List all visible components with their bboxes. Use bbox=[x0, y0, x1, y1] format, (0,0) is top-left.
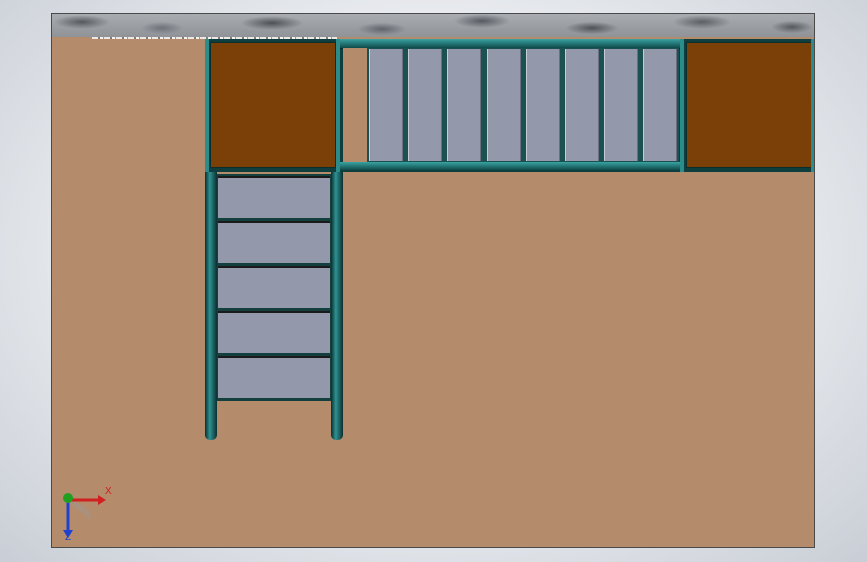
top-platform[interactable] bbox=[205, 39, 814, 172]
grating-slat bbox=[369, 49, 403, 161]
platform-post-right bbox=[811, 39, 814, 172]
grating-slat bbox=[447, 49, 482, 161]
platform-pad-right[interactable] bbox=[686, 42, 812, 168]
rock-surface bbox=[52, 14, 814, 37]
grating-area[interactable] bbox=[343, 48, 679, 162]
stair-stringer-left bbox=[205, 172, 217, 440]
grating-slat bbox=[408, 49, 443, 161]
stair-stringer-right bbox=[331, 172, 343, 440]
axis-x-label: X bbox=[105, 486, 112, 497]
platform-post-left bbox=[205, 39, 209, 172]
graphics-viewport[interactable]: X Z bbox=[51, 13, 815, 548]
axis-z-label: Z bbox=[65, 532, 72, 543]
grating-gap bbox=[343, 48, 367, 162]
grating-slat bbox=[565, 49, 599, 161]
axis-triad: X Z bbox=[56, 484, 116, 544]
grating-slat bbox=[486, 49, 521, 161]
grating-slat bbox=[643, 49, 678, 161]
stair-tread bbox=[218, 311, 330, 353]
stair-assembly[interactable] bbox=[205, 172, 343, 440]
stair-tread bbox=[218, 176, 330, 218]
stair-tread bbox=[218, 266, 330, 308]
grating-slat bbox=[604, 49, 639, 161]
platform-post-mid-left bbox=[336, 39, 340, 172]
platform-post-mid-right bbox=[680, 39, 684, 172]
platform-pad-left[interactable] bbox=[210, 42, 336, 168]
stair-tread bbox=[218, 221, 330, 263]
grating-rail-bottom bbox=[340, 162, 684, 170]
stair-tread bbox=[218, 356, 330, 398]
grating-slat bbox=[525, 49, 560, 161]
